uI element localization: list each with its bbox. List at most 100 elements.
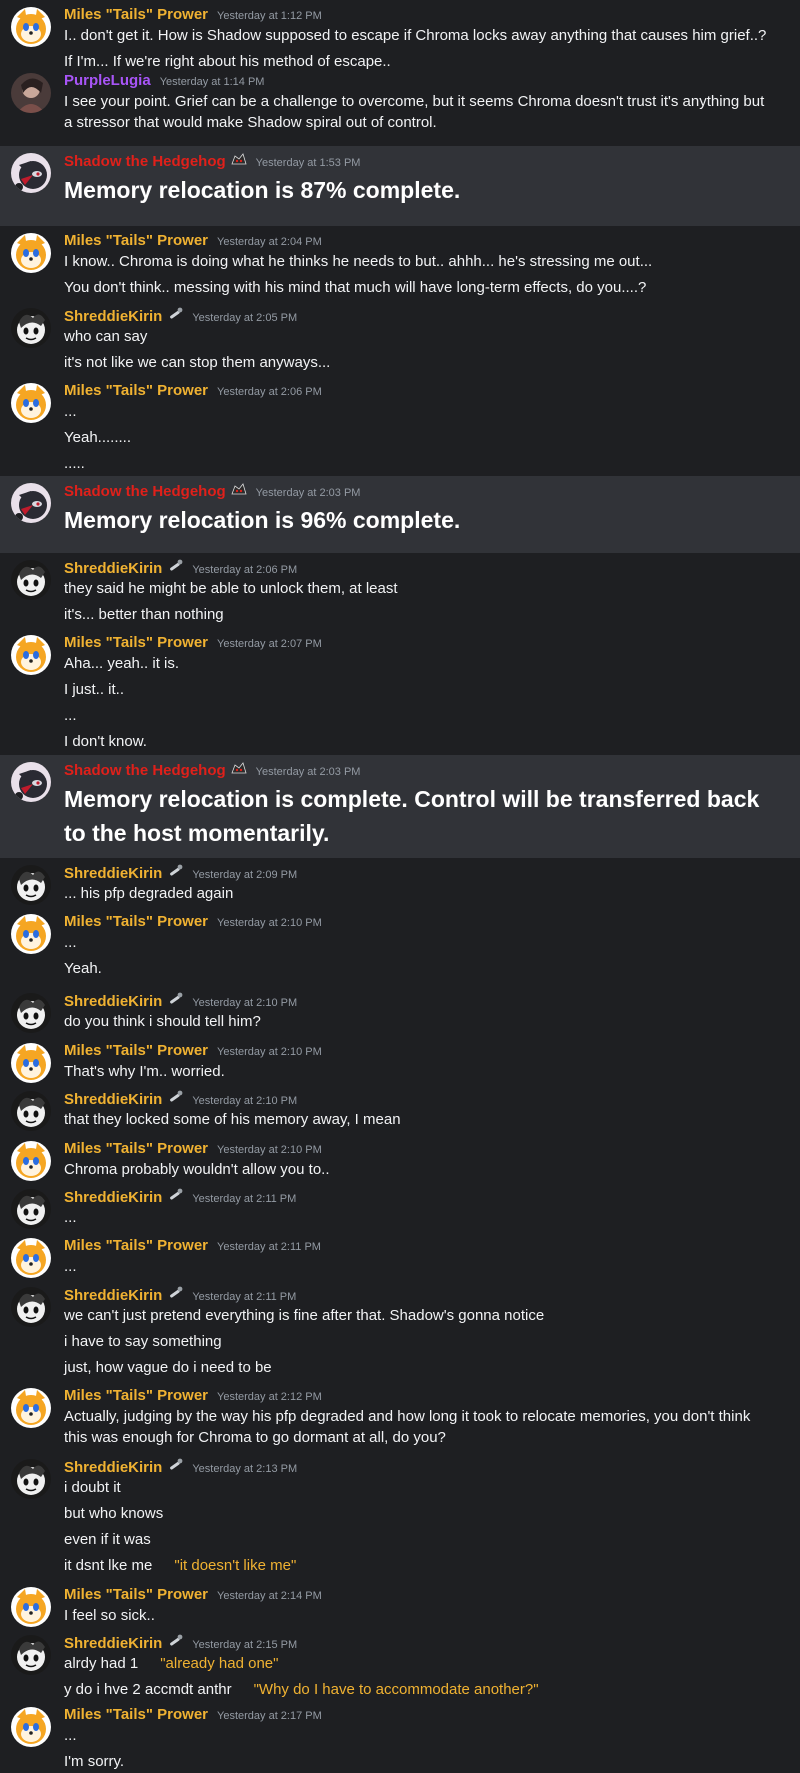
timestamp[interactable]: Yesterday at 2:04 PM xyxy=(217,236,322,248)
message-group: Miles "Tails" Prower Yesterday at 2:14 PM… xyxy=(0,1580,800,1628)
avatar[interactable] xyxy=(11,560,51,600)
timestamp[interactable]: Yesterday at 2:09 PM xyxy=(192,869,297,881)
message-header: ShreddieKirin Yesterday at 2:06 PM xyxy=(64,559,297,577)
author-name[interactable]: Miles "Tails" Prower xyxy=(64,1237,208,1254)
timestamp[interactable]: Yesterday at 2:07 PM xyxy=(217,638,322,650)
message-line: i have to say something xyxy=(64,1333,222,1350)
author-name[interactable]: PurpleLugia xyxy=(64,72,151,89)
avatar[interactable] xyxy=(11,1707,51,1747)
avatar[interactable] xyxy=(11,993,51,1033)
avatar[interactable] xyxy=(11,7,51,47)
message-text: that they locked some of his memory away… xyxy=(64,1109,784,1130)
timestamp[interactable]: Yesterday at 2:10 PM xyxy=(217,1046,322,1058)
avatar[interactable] xyxy=(11,1635,51,1675)
timestamp[interactable]: Yesterday at 2:11 PM xyxy=(192,1193,296,1205)
author-name[interactable]: Miles "Tails" Prower xyxy=(64,6,208,23)
hedgehog-badge-icon xyxy=(231,762,247,774)
author-name[interactable]: ShreddieKirin xyxy=(64,1091,162,1108)
avatar[interactable] xyxy=(11,762,51,802)
timestamp[interactable]: Yesterday at 2:10 PM xyxy=(192,1095,297,1107)
timestamp[interactable]: Yesterday at 1:14 PM xyxy=(160,76,265,88)
avatar[interactable] xyxy=(11,1459,51,1499)
avatar[interactable] xyxy=(11,73,51,113)
author-name[interactable]: ShreddieKirin xyxy=(64,1189,162,1206)
hedgehog-badge-icon xyxy=(231,153,247,165)
timestamp[interactable]: Yesterday at 2:10 PM xyxy=(192,997,297,1009)
avatar[interactable] xyxy=(11,1587,51,1627)
message-text: y do i hve 2 accmdt anthr "Why do I have … xyxy=(64,1679,784,1700)
timestamp[interactable]: Yesterday at 1:53 PM xyxy=(256,157,361,169)
author-name[interactable]: Miles "Tails" Prower xyxy=(64,382,208,399)
author-name[interactable]: ShreddieKirin xyxy=(64,1459,162,1476)
timestamp[interactable]: Yesterday at 2:13 PM xyxy=(192,1463,297,1475)
message-text: That's why I'm.. worried. xyxy=(64,1061,784,1082)
avatar[interactable] xyxy=(11,1091,51,1131)
timestamp[interactable]: Yesterday at 2:05 PM xyxy=(192,312,297,324)
author-name[interactable]: Miles "Tails" Prower xyxy=(64,1387,208,1404)
author-name[interactable]: Miles "Tails" Prower xyxy=(64,913,208,930)
author-name[interactable]: Miles "Tails" Prower xyxy=(64,1140,208,1157)
message-line: ..... xyxy=(64,455,85,472)
avatar[interactable] xyxy=(11,383,51,423)
author-name[interactable]: ShreddieKirin xyxy=(64,1635,162,1652)
author-name[interactable]: Miles "Tails" Prower xyxy=(64,232,208,249)
timestamp[interactable]: Yesterday at 1:12 PM xyxy=(217,10,322,22)
timestamp[interactable]: Yesterday at 2:15 PM xyxy=(192,1639,297,1651)
message-text: just, how vague do i need to be xyxy=(64,1357,784,1378)
author-name[interactable]: ShreddieKirin xyxy=(64,993,162,1010)
message-text: we can't just pretend everything is fine… xyxy=(64,1305,784,1326)
avatar[interactable] xyxy=(11,1287,51,1327)
translation-note: "already had one" xyxy=(160,1655,279,1672)
message-line: y do i hve 2 accmdt anthr xyxy=(64,1681,232,1698)
author-name[interactable]: ShreddieKirin xyxy=(64,308,162,325)
timestamp[interactable]: Yesterday at 2:03 PM xyxy=(256,766,361,778)
avatar[interactable] xyxy=(11,153,51,193)
avatar[interactable] xyxy=(11,1189,51,1229)
avatar[interactable] xyxy=(11,914,51,954)
message-header: ShreddieKirin Yesterday at 2:09 PM xyxy=(64,864,297,882)
timestamp[interactable]: Yesterday at 2:17 PM xyxy=(217,1710,322,1722)
timestamp[interactable]: Yesterday at 2:12 PM xyxy=(217,1391,322,1403)
wrench-badge-icon xyxy=(170,864,183,876)
author-name[interactable]: Shadow the Hedgehog xyxy=(64,153,226,170)
avatar[interactable] xyxy=(11,233,51,273)
author-name[interactable]: Shadow the Hedgehog xyxy=(64,483,226,500)
author-name[interactable]: ShreddieKirin xyxy=(64,560,162,577)
message-header: Miles "Tails" Prower Yesterday at 2:11 PM xyxy=(64,1237,321,1254)
timestamp[interactable]: Yesterday at 2:06 PM xyxy=(192,564,297,576)
avatar[interactable] xyxy=(11,1141,51,1181)
avatar[interactable] xyxy=(11,1043,51,1083)
avatar[interactable] xyxy=(11,865,51,905)
author-name[interactable]: ShreddieKirin xyxy=(64,1287,162,1304)
author-name[interactable]: Miles "Tails" Prower xyxy=(64,1706,208,1723)
author-name[interactable]: Miles "Tails" Prower xyxy=(64,1586,208,1603)
author-name[interactable]: Miles "Tails" Prower xyxy=(64,634,208,651)
author-name[interactable]: Miles "Tails" Prower xyxy=(64,1042,208,1059)
message-line: I know.. Chroma is doing what he thinks … xyxy=(64,253,653,270)
timestamp[interactable]: Yesterday at 2:03 PM xyxy=(256,487,361,499)
avatar[interactable] xyxy=(11,1388,51,1428)
author-name[interactable]: ShreddieKirin xyxy=(64,865,162,882)
avatar[interactable] xyxy=(11,483,51,523)
message-text: I don't know. xyxy=(64,731,784,752)
timestamp[interactable]: Yesterday at 2:11 PM xyxy=(192,1291,296,1303)
message-text: Actually, judging by the way his pfp deg… xyxy=(64,1406,774,1448)
avatar[interactable] xyxy=(11,635,51,675)
message-header: Miles "Tails" Prower Yesterday at 2:17 PM xyxy=(64,1706,322,1723)
timestamp[interactable]: Yesterday at 2:06 PM xyxy=(217,386,322,398)
wrench-badge-icon xyxy=(170,1090,183,1102)
timestamp[interactable]: Yesterday at 2:11 PM xyxy=(217,1241,321,1253)
message-header: Miles "Tails" Prower Yesterday at 2:07 PM xyxy=(64,634,322,651)
wrench-badge-icon xyxy=(170,1458,183,1470)
timestamp[interactable]: Yesterday at 2:14 PM xyxy=(217,1590,322,1602)
timestamp[interactable]: Yesterday at 2:10 PM xyxy=(217,917,322,929)
message-text: ... xyxy=(64,1207,784,1228)
timestamp[interactable]: Yesterday at 2:10 PM xyxy=(217,1144,322,1156)
message-group: Miles "Tails" Prower Yesterday at 2:10 PM… xyxy=(0,907,800,986)
avatar[interactable] xyxy=(11,1238,51,1278)
message-text: I feel so sick.. xyxy=(64,1605,784,1626)
message-group: Shadow the Hedgehog Yesterday at 1:53 PM M… xyxy=(0,146,800,226)
avatar[interactable] xyxy=(11,308,51,348)
author-name[interactable]: Shadow the Hedgehog xyxy=(64,762,226,779)
message-line: we can't just pretend everything is fine… xyxy=(64,1307,545,1324)
